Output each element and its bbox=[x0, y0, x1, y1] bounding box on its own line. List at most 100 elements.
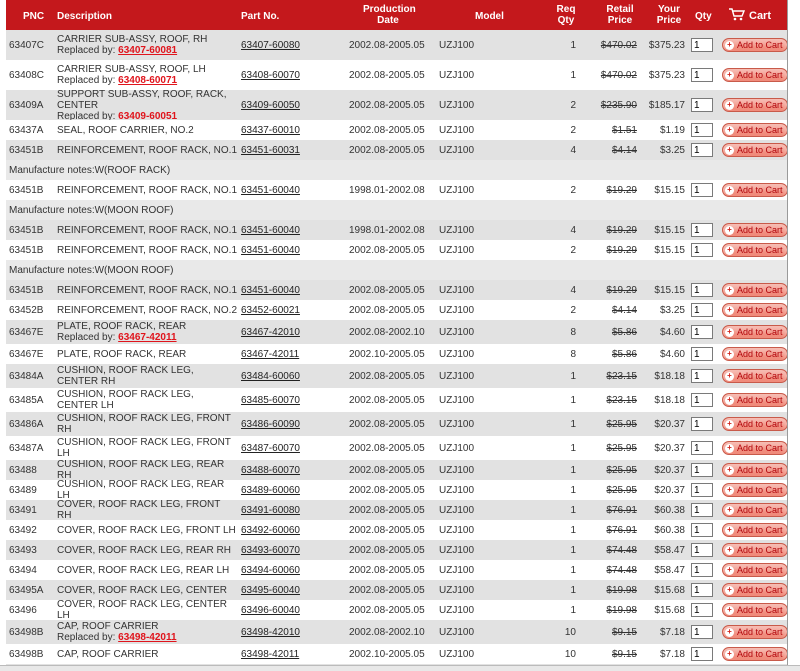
part-number-link[interactable]: 63488-60070 bbox=[241, 460, 300, 480]
production-date-cell: 2002.08-2005.05 bbox=[349, 584, 425, 596]
add-to-cart-button[interactable]: + Add to Cart bbox=[722, 625, 787, 639]
part-number-link[interactable]: 63486-60090 bbox=[241, 412, 300, 436]
replacement-part-link[interactable]: 63407-60081 bbox=[118, 45, 177, 56]
add-to-cart-button[interactable]: + Add to Cart bbox=[722, 483, 787, 497]
add-to-cart-button[interactable]: + Add to Cart bbox=[722, 183, 787, 197]
part-number-link[interactable]: 63409-60050 bbox=[241, 90, 300, 120]
add-to-cart-button[interactable]: + Add to Cart bbox=[722, 369, 787, 383]
part-number-link[interactable]: 63491-60080 bbox=[241, 500, 300, 520]
qty-input[interactable] bbox=[691, 583, 713, 597]
horizontal-scrollbar[interactable] bbox=[0, 665, 800, 671]
qty-input[interactable] bbox=[691, 543, 713, 557]
description-cell: CAP, ROOF CARRIER Replaced by: 63498-4201… bbox=[57, 620, 237, 644]
part-number-link[interactable]: 63484-60060 bbox=[241, 364, 300, 388]
qty-input[interactable] bbox=[691, 647, 713, 661]
qty-input[interactable] bbox=[691, 369, 713, 383]
qty-input[interactable] bbox=[691, 603, 713, 617]
qty-input[interactable] bbox=[691, 98, 713, 112]
add-to-cart-button[interactable]: + Add to Cart bbox=[722, 463, 787, 477]
replacement-part-link[interactable]: 63498-42011 bbox=[118, 632, 176, 643]
plus-icon: + bbox=[725, 327, 734, 337]
part-number-link[interactable]: 63496-60040 bbox=[241, 600, 300, 620]
qty-input[interactable] bbox=[691, 563, 713, 577]
add-to-cart-button[interactable]: + Add to Cart bbox=[722, 647, 787, 661]
part-number-link[interactable]: 63452-60021 bbox=[241, 300, 300, 320]
header-part-no: Part No. bbox=[241, 11, 280, 22]
qty-input[interactable] bbox=[691, 68, 713, 82]
part-number-link[interactable]: 63489-60060 bbox=[241, 480, 300, 500]
part-number-link[interactable]: 63494-60060 bbox=[241, 560, 300, 580]
qty-input[interactable] bbox=[691, 325, 713, 339]
qty-input[interactable] bbox=[691, 463, 713, 477]
qty-input[interactable] bbox=[691, 303, 713, 317]
qty-input[interactable] bbox=[691, 417, 713, 431]
add-to-cart-button[interactable]: + Add to Cart bbox=[722, 603, 787, 617]
part-number-link[interactable]: 63495-60040 bbox=[241, 580, 300, 600]
part-number-link[interactable]: 63451-60040 bbox=[241, 240, 300, 260]
qty-input[interactable] bbox=[691, 283, 713, 297]
production-date-cell: 2002.08-2005.05 bbox=[349, 464, 425, 476]
add-to-cart-cell: +Add to Cart bbox=[722, 220, 787, 240]
part-number-link[interactable]: 63467-42011 bbox=[241, 344, 299, 364]
add-to-cart-button[interactable]: + Add to Cart bbox=[722, 563, 787, 577]
add-to-cart-button[interactable]: + Add to Cart bbox=[722, 325, 787, 339]
add-to-cart-button[interactable]: + Add to Cart bbox=[722, 243, 787, 257]
qty-input[interactable] bbox=[691, 38, 713, 52]
add-to-cart-button[interactable]: + Add to Cart bbox=[722, 543, 787, 557]
qty-input[interactable] bbox=[691, 183, 713, 197]
qty-input[interactable] bbox=[691, 123, 713, 137]
description-text: CUSHION, ROOF RACK LEG, FRONT RH bbox=[57, 413, 231, 435]
part-number-link[interactable]: 63498-42011 bbox=[241, 644, 299, 664]
qty-input[interactable] bbox=[691, 625, 713, 639]
part-number-link[interactable]: 63485-60070 bbox=[241, 388, 300, 412]
qty-input[interactable] bbox=[691, 483, 713, 497]
add-to-cart-button[interactable]: + Add to Cart bbox=[722, 523, 787, 537]
part-number-link[interactable]: 63451-60040 bbox=[241, 180, 300, 200]
add-to-cart-button[interactable]: + Add to Cart bbox=[722, 417, 787, 431]
table-row: 63408C CARRIER SUB-ASSY, ROOF, LH Replaced… bbox=[6, 60, 787, 90]
retail-price-cell: $19.98 bbox=[606, 604, 637, 616]
part-number-link[interactable]: 63408-60070 bbox=[241, 60, 300, 90]
part-number-link[interactable]: 63451-60031 bbox=[241, 140, 300, 160]
qty-input[interactable] bbox=[691, 393, 713, 407]
add-to-cart-button[interactable]: + Add to Cart bbox=[722, 143, 787, 157]
part-number-link[interactable]: 63493-60070 bbox=[241, 540, 300, 560]
part-number-link[interactable]: 63451-60040 bbox=[241, 220, 300, 240]
add-to-cart-button[interactable]: + Add to Cart bbox=[722, 38, 787, 52]
add-to-cart-button[interactable]: + Add to Cart bbox=[722, 441, 787, 455]
part-number-link[interactable]: 63407-60080 bbox=[241, 30, 300, 60]
qty-input[interactable] bbox=[691, 347, 713, 361]
part-number-link[interactable]: 63451-60040 bbox=[241, 280, 300, 300]
part-number-link[interactable]: 63498-42010 bbox=[241, 620, 300, 644]
replaced-by-label: Replaced by: bbox=[57, 75, 116, 86]
description-text: SUPPORT SUB-ASSY, ROOF, RACK, CENTER bbox=[57, 88, 227, 111]
model-cell: UZJ100 bbox=[439, 224, 475, 236]
add-to-cart-button[interactable]: + Add to Cart bbox=[722, 393, 787, 407]
replacement-part-link[interactable]: 63467-42011 bbox=[118, 332, 176, 343]
add-to-cart-button[interactable]: + Add to Cart bbox=[722, 303, 787, 317]
add-to-cart-button[interactable]: + Add to Cart bbox=[722, 68, 787, 82]
part-number-link[interactable]: 63492-60060 bbox=[241, 520, 300, 540]
add-to-cart-button[interactable]: + Add to Cart bbox=[722, 347, 787, 361]
replaced-by-label: Replaced by: bbox=[57, 632, 116, 643]
add-to-cart-button[interactable]: + Add to Cart bbox=[722, 583, 787, 597]
part-number-link[interactable]: 63467-42010 bbox=[241, 320, 300, 344]
replaced-by-label: Replaced by: bbox=[57, 45, 116, 56]
qty-input[interactable] bbox=[691, 441, 713, 455]
add-to-cart-button[interactable]: + Add to Cart bbox=[722, 98, 787, 112]
add-to-cart-button[interactable]: + Add to Cart bbox=[722, 223, 787, 237]
pnc-cell: 63495A bbox=[9, 584, 44, 596]
qty-input[interactable] bbox=[691, 523, 713, 537]
add-to-cart-button[interactable]: + Add to Cart bbox=[722, 123, 787, 137]
add-to-cart-button[interactable]: + Add to Cart bbox=[722, 503, 787, 517]
qty-input[interactable] bbox=[691, 223, 713, 237]
add-to-cart-button[interactable]: + Add to Cart bbox=[722, 283, 787, 297]
part-number-link[interactable]: 63487-60070 bbox=[241, 436, 300, 460]
replacement-part-link[interactable]: 63408-60071 bbox=[118, 75, 177, 86]
retail-price-cell: $5.86 bbox=[611, 348, 637, 360]
qty-input[interactable] bbox=[691, 503, 713, 517]
qty-input[interactable] bbox=[691, 243, 713, 257]
replaced-by: Replaced by: 63408-60071 bbox=[57, 75, 177, 86]
qty-input[interactable] bbox=[691, 143, 713, 157]
part-number-link[interactable]: 63437-60010 bbox=[241, 120, 300, 140]
